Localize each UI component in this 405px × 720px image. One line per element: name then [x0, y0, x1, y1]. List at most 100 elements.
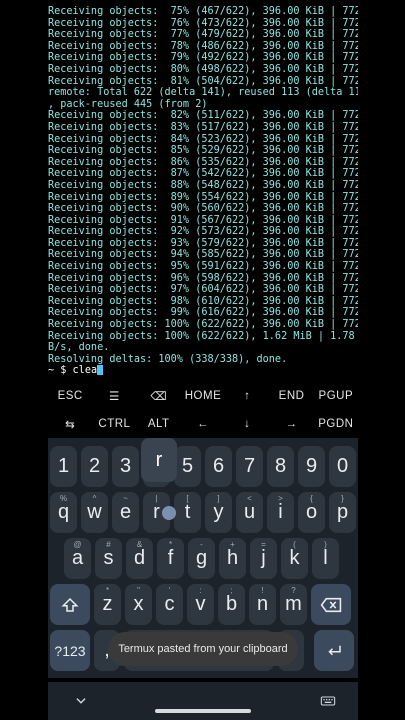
key-label: c — [164, 593, 175, 615]
zxcv-row: * z " x ' c: v; b! n? m — [48, 584, 358, 625]
key-y[interactable]: ] y — [205, 492, 232, 533]
enter-key[interactable] — [314, 630, 354, 671]
prompt-line[interactable]: ~ $ clea — [48, 365, 358, 377]
key-hint: = — [261, 540, 266, 549]
key-c[interactable]: ' c — [156, 584, 183, 625]
key-hint: > — [278, 494, 283, 503]
extra-key[interactable]: ⌫ — [137, 382, 181, 410]
key-w[interactable]: ^ w — [81, 492, 108, 533]
key-label: e — [119, 501, 132, 523]
key-label: i — [278, 501, 283, 523]
key-hint: | — [155, 494, 158, 503]
terminal-line: Receiving objects: 86% (535/622), 396.00… — [48, 156, 358, 168]
key-h[interactable]: + h — [219, 538, 246, 579]
terminal-line: Receiving objects: 88% (548/622), 396.00… — [48, 179, 358, 191]
key-hint: ? — [291, 586, 296, 595]
key-hint: : — [199, 586, 202, 595]
extra-key[interactable]: PGDN — [314, 410, 358, 438]
screen-root: Receiving objects: 75% (467/622), 396.00… — [0, 0, 405, 720]
chevron-down-icon[interactable] — [74, 694, 88, 708]
extra-keys-row-1: ESC ☰ ⌫ HOME ↑ END PGUP — [48, 382, 358, 410]
key-d[interactable]: & d — [126, 538, 153, 579]
symbols-key[interactable]: ?123 — [50, 630, 90, 671]
key-label: l — [323, 547, 328, 569]
extra-keys-row-2: ⇆ CTRL ALT ← ↓ → PGDN — [48, 410, 358, 438]
terminal-line: Receiving objects: 97% (604/622), 396.00… — [48, 284, 358, 296]
terminal-line: Receiving objects: 99% (616/622), 396.00… — [48, 307, 358, 319]
key-g[interactable]: -g — [188, 538, 215, 579]
extra-key[interactable]: → — [269, 410, 313, 438]
key-label: h — [226, 547, 239, 569]
key-k[interactable]: (k — [281, 538, 308, 579]
terminal-line: remote: Total 622 (delta 141), reused 11… — [48, 87, 358, 99]
key-5[interactable]: 5 — [174, 446, 201, 487]
key-8[interactable]: 8 — [267, 446, 294, 487]
key-6[interactable]: 6 — [205, 446, 232, 487]
command-input[interactable]: clea — [73, 365, 98, 376]
terminal-line: Receiving objects: 83% (517/622), 396.00… — [48, 121, 358, 133]
key-7[interactable]: 7 — [236, 446, 263, 487]
extra-key[interactable]: CTRL — [92, 410, 136, 438]
key-i[interactable]: > i — [267, 492, 294, 533]
key-e[interactable]: ~ e — [112, 492, 139, 533]
key-b[interactable]: ; b — [218, 584, 245, 625]
key-9[interactable]: 9 — [298, 446, 325, 487]
key-label: 0 — [336, 455, 349, 477]
key-t[interactable]: [t — [174, 492, 201, 533]
terminal-line: Receiving objects: 92% (573/622), 396.00… — [48, 226, 358, 238]
home-handle[interactable] — [155, 709, 251, 713]
extra-key[interactable]: ALT — [137, 410, 181, 438]
qwerty-row: % q ^ w ~ e | r[t] y < u > i{o} p — [48, 492, 358, 533]
key-o[interactable]: {o — [298, 492, 325, 533]
extra-key[interactable]: ↓ — [225, 410, 269, 438]
terminal-line: Receiving objects: 100% (622/622), 396.0… — [48, 319, 358, 331]
extra-key[interactable]: ☰ — [92, 382, 136, 410]
key-u[interactable]: < u — [236, 492, 263, 533]
keyboard-icon[interactable] — [320, 694, 336, 708]
key-z[interactable]: * z — [94, 584, 121, 625]
key-a[interactable]: @ a — [64, 538, 91, 579]
key-f[interactable]: * f — [157, 538, 184, 579]
key-2[interactable]: 2 — [81, 446, 108, 487]
key-label: 9 — [305, 455, 318, 477]
key-j[interactable]: = j — [250, 538, 277, 579]
extra-key[interactable]: HOME — [181, 382, 225, 410]
extra-key[interactable]: ↑ — [225, 382, 269, 410]
key-label: 5 — [181, 455, 194, 477]
text-cursor — [97, 365, 104, 376]
terminal-output[interactable]: Receiving objects: 75% (467/622), 396.00… — [48, 6, 358, 382]
key-l[interactable]: ) l — [312, 538, 339, 579]
key-hint: ' — [168, 586, 171, 595]
terminal-line: Resolving deltas: 100% (338/338), done. — [48, 353, 288, 365]
extra-key[interactable]: ⇆ — [48, 410, 92, 438]
key-3[interactable]: 3 — [112, 446, 139, 487]
key-1[interactable]: 1 — [50, 446, 77, 487]
shift-key[interactable] — [50, 584, 90, 625]
key-n[interactable]: ! n — [249, 584, 276, 625]
extra-key[interactable]: ← — [181, 410, 225, 438]
terminal-line: Receiving objects: 80% (498/622), 396.00… — [48, 63, 358, 75]
extra-key[interactable]: END — [269, 382, 313, 410]
extra-key[interactable]: ESC — [48, 382, 92, 410]
key-label: d — [133, 547, 146, 569]
key-x[interactable]: " x — [125, 584, 152, 625]
terminal-line: Receiving objects: 84% (523/622), 396.00… — [48, 133, 358, 145]
key-hint: * — [105, 586, 110, 595]
enter-icon — [328, 645, 341, 655]
key-p[interactable]: } p — [329, 492, 356, 533]
key-label: a — [71, 547, 84, 569]
key-hint: @ — [73, 540, 82, 549]
key-label: 3 — [119, 455, 132, 477]
key-label: 6 — [212, 455, 225, 477]
key-hint: + — [230, 540, 235, 549]
key-label: o — [305, 501, 318, 523]
backspace-key[interactable] — [311, 584, 351, 625]
key-q[interactable]: % q — [50, 492, 77, 533]
terminal-line: Receiving objects: 78% (486/622), 396.00… — [48, 40, 358, 52]
extra-key[interactable]: PGUP — [314, 382, 358, 410]
key-hint: ~ — [123, 494, 128, 503]
key-s[interactable]: # s — [95, 538, 122, 579]
key-v[interactable]: :v — [187, 584, 214, 625]
key-0[interactable]: 0 — [329, 446, 356, 487]
key-m[interactable]: ? m — [280, 584, 307, 625]
